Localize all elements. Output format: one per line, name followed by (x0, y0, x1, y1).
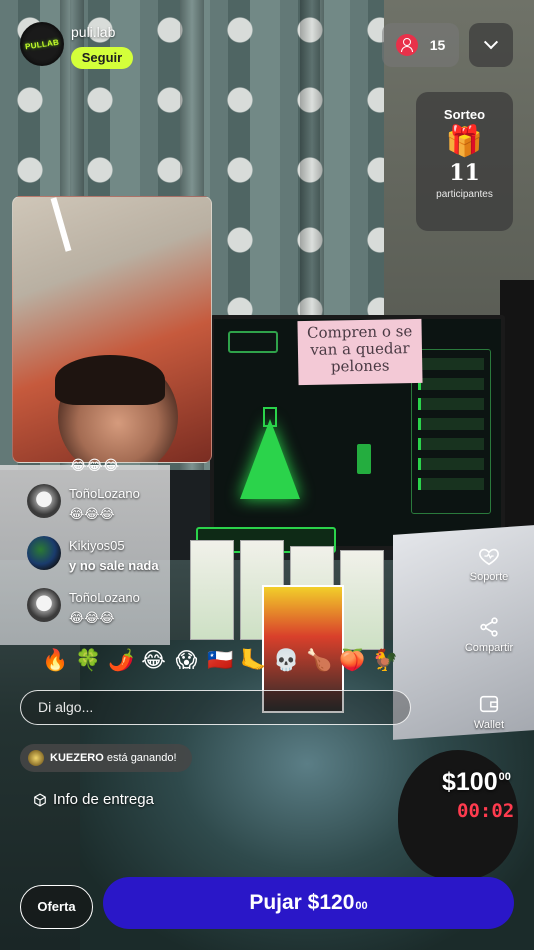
user-icon (395, 34, 418, 56)
viewer-count[interactable]: 15 (382, 23, 459, 67)
bid-cents: 00 (355, 900, 368, 912)
winning-text: está ganando! (106, 752, 177, 764)
screaming-emoji[interactable]: 😱 (174, 649, 199, 673)
auction-timer: 00:02 (457, 800, 515, 822)
share-button[interactable]: Compartir (456, 616, 522, 654)
support-button[interactable]: Soporte (456, 545, 522, 583)
card-pack (190, 540, 234, 640)
chat-username[interactable]: ToñoLozano (69, 590, 140, 605)
chat-username[interactable]: ToñoLozano (69, 486, 140, 501)
avatar-logo-text: PULLAB (24, 37, 60, 51)
participants-label: participantes (436, 189, 493, 200)
skull-emoji[interactable]: 💀 (273, 649, 299, 673)
wallet-label: Wallet (473, 719, 505, 731)
chat-message-partial: 😂😂😂 (70, 457, 120, 473)
peach-emoji[interactable]: 🍑 (339, 649, 365, 673)
wallet-icon (479, 695, 499, 713)
price-main: $100 (442, 768, 498, 796)
delivery-label: Info de entrega (53, 791, 154, 808)
laughing-emoji[interactable]: 😂 (141, 649, 166, 673)
streamer-avatar[interactable]: PULLAB (20, 22, 64, 66)
chat-text: 😂😂😂 (69, 610, 115, 625)
ceiling-light (50, 197, 72, 252)
offer-button[interactable]: Oferta (20, 885, 93, 929)
price-cents: 00 (498, 771, 511, 783)
note-line: pelones (330, 356, 390, 376)
bid-button[interactable]: Pujar $12000 (103, 877, 514, 929)
user-avatar (27, 536, 61, 570)
sticky-note: Compren o se van a quedar pelones (297, 318, 423, 386)
monitor-panel (228, 331, 278, 353)
monitor-list (411, 349, 491, 514)
chevron-down-icon (483, 35, 499, 50)
chat-text: 😂😂😂 (69, 506, 115, 521)
viewer-count-value: 15 (429, 37, 446, 53)
share-label: Compartir (464, 642, 514, 654)
chat-username[interactable]: Kikiyos05 (69, 538, 159, 553)
wallet-button[interactable]: Wallet (456, 693, 522, 731)
winning-banner: KUEZERO está ganando! (20, 744, 192, 772)
clover-emoji[interactable]: 🍀 (75, 649, 101, 673)
winner-avatar (28, 750, 44, 766)
heart-icon (479, 548, 499, 566)
follow-button[interactable]: Seguir (71, 47, 133, 69)
card-pack (340, 550, 384, 650)
gift-icon: 🎁 (445, 125, 484, 158)
chat-message: Kikiyos05 y no sale nada (27, 536, 159, 573)
chili-emoji[interactable]: 🌶️ (108, 649, 134, 673)
chat-message: ToñoLozano 😂😂😂 (27, 588, 140, 626)
giveaway-title: Sorteo (443, 107, 486, 122)
foot-emoji[interactable]: 🦶 (240, 649, 266, 673)
support-label: Soporte (469, 571, 509, 583)
chile-flag-emoji[interactable]: 🇨🇱 (207, 649, 233, 673)
drumstick-emoji[interactable]: 🍗 (306, 649, 332, 673)
delivery-info-link[interactable]: Info de entrega (33, 791, 154, 808)
rooster-emoji[interactable]: 🐓 (372, 649, 398, 673)
winner-username: KUEZERO (50, 752, 104, 764)
chat-message: ToñoLozano 😂😂😂 (27, 484, 140, 522)
host-hair (55, 355, 165, 405)
user-avatar (27, 588, 61, 622)
fire-emoji[interactable]: 🔥 (42, 649, 68, 673)
chat-input[interactable]: Di algo... (20, 690, 411, 725)
streamer-username[interactable]: puli.lab (71, 24, 115, 40)
package-icon (34, 792, 46, 807)
flask-graphic (240, 419, 300, 499)
bid-label: Pujar $120 (249, 891, 355, 914)
host-camera (12, 196, 212, 463)
current-price: $10000 (442, 768, 511, 797)
participants-count: 11 (449, 160, 480, 186)
reaction-bar: 🔥 🍀 🌶️ 😂 😱 🇨🇱 🦶 💀 🍗 🍑 🐓 (42, 649, 398, 673)
user-avatar (27, 484, 61, 518)
giveaway-card[interactable]: Sorteo 🎁 11 participantes (416, 92, 513, 231)
collapse-button[interactable] (469, 23, 513, 67)
chat-text: y no sale nada (69, 558, 159, 573)
share-icon (480, 617, 498, 637)
tube-graphic (357, 444, 371, 474)
